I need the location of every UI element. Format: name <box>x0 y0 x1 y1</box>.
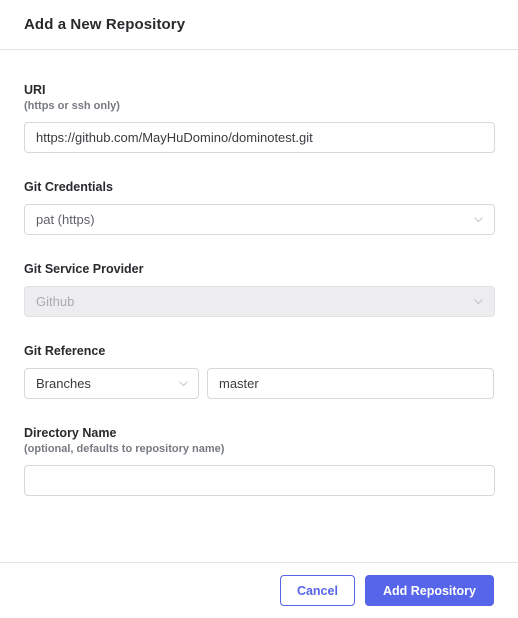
uri-input[interactable] <box>24 122 495 153</box>
uri-control <box>24 122 495 153</box>
field-git-reference: Git Reference Branches <box>24 344 494 399</box>
add-repository-dialog: Add a New Repository URI (https or ssh o… <box>0 0 518 618</box>
git-reference-control: Branches <box>24 368 494 399</box>
git-reference-kind-value: Branches <box>36 376 91 391</box>
git-reference-value-input[interactable] <box>207 368 494 399</box>
git-credentials-select[interactable]: pat (https) <box>24 204 495 235</box>
chevron-down-icon <box>177 377 190 390</box>
field-git-credentials: Git Credentials pat (https) <box>24 180 495 235</box>
directory-name-control <box>24 465 495 496</box>
page-title: Add a New Repository <box>24 16 186 33</box>
add-repository-button[interactable]: Add Repository <box>364 575 494 606</box>
cancel-button[interactable]: Cancel <box>279 575 355 606</box>
git-service-provider-control: Github <box>24 286 495 317</box>
uri-label: URI <box>24 83 46 97</box>
field-git-service-provider: Git Service Provider Github <box>24 262 495 317</box>
git-credentials-selected-value: pat (https) <box>36 212 95 227</box>
git-reference-label: Git Reference <box>24 344 106 358</box>
git-credentials-control: pat (https) <box>24 204 495 235</box>
field-uri: URI (https or ssh only) <box>24 83 495 153</box>
dialog-header: Add a New Repository <box>0 0 518 50</box>
chevron-down-icon <box>472 295 485 308</box>
directory-name-input[interactable] <box>24 465 495 496</box>
field-directory-name: Directory Name (optional, defaults to re… <box>24 426 495 496</box>
git-service-provider-selected-value: Github <box>36 294 75 309</box>
chevron-down-icon <box>472 213 485 226</box>
uri-sublabel: (https or ssh only) <box>24 100 120 112</box>
directory-name-sublabel: (optional, defaults to repository name) <box>24 443 225 455</box>
dialog-body: URI (https or ssh only) Git Credentials … <box>0 50 518 562</box>
git-service-provider-label: Git Service Provider <box>24 262 144 276</box>
git-service-provider-select: Github <box>24 286 495 317</box>
dialog-footer: Cancel Add Repository <box>0 562 518 618</box>
git-reference-kind-select[interactable]: Branches <box>24 368 199 399</box>
directory-name-label: Directory Name <box>24 426 117 440</box>
git-credentials-label: Git Credentials <box>24 180 113 194</box>
